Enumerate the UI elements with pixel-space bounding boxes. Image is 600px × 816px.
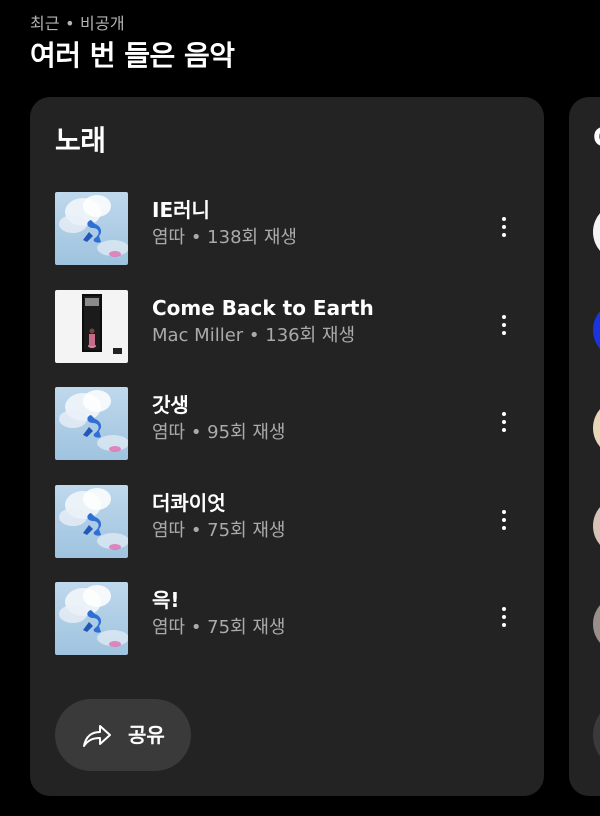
artist-avatar — [593, 497, 600, 555]
artist-avatar — [593, 595, 600, 653]
more-vertical-icon[interactable] — [492, 307, 516, 343]
songs-card-title: 노래 — [55, 124, 106, 157]
song-row[interactable]: 더콰이엇 염따 • 75회 재생 — [30, 482, 544, 580]
song-list: IE러니 염따 • 138회 재생 Come Back to Earth Mac… — [30, 189, 544, 677]
song-text: 윽! 염따 • 75회 재생 — [152, 586, 472, 642]
more-vertical-icon[interactable] — [492, 209, 516, 245]
song-title: 더콰이엇 — [152, 490, 226, 515]
share-label: 공유 — [128, 723, 165, 747]
song-text: 더콰이엇 염따 • 75회 재생 — [152, 489, 472, 545]
song-text: IE러니 염따 • 138회 재생 — [152, 196, 472, 252]
next-card-title-fragment: C — [593, 123, 600, 153]
album-art-blue-figure — [55, 192, 128, 265]
page-header: 최근 • 비공개 여러 번 들은 음악 — [30, 12, 235, 74]
song-meta: 염따 • 138회 재생 — [152, 227, 297, 248]
song-title: IE러니 — [152, 198, 210, 222]
recently-played-page: 최근 • 비공개 여러 번 들은 음악 노래 IE러니 염따 • 138회 재생… — [0, 0, 600, 816]
album-art-dark-doorway — [55, 289, 128, 363]
more-vertical-icon[interactable] — [492, 404, 516, 440]
page-eyebrow: 최근 • 비공개 — [30, 14, 125, 33]
album-art-blue-figure — [55, 484, 128, 558]
share-button[interactable]: 공유 — [55, 699, 191, 771]
song-meta: 염따 • 75회 재생 — [152, 617, 286, 638]
song-row[interactable]: IE러니 염따 • 138회 재생 — [30, 189, 544, 287]
song-title: 윽! — [152, 588, 180, 612]
song-title: Come Back to Earth — [152, 295, 374, 320]
artist-avatar — [593, 399, 600, 457]
songs-card: 노래 IE러니 염따 • 138회 재생 Come Back to Earth … — [30, 97, 544, 796]
song-row[interactable]: 갓생 염따 • 95회 재생 — [30, 384, 544, 482]
song-meta: 염따 • 95회 재생 — [152, 422, 286, 443]
more-vertical-icon[interactable] — [492, 599, 516, 635]
song-text: Come Back to Earth Mac Miller • 136회 재생 — [152, 294, 472, 350]
song-meta: 염따 • 75회 재생 — [152, 519, 286, 541]
next-card-button-fragment — [593, 699, 600, 771]
song-row[interactable]: Come Back to Earth Mac Miller • 136회 재생 — [30, 287, 544, 385]
next-card-peek[interactable]: C — [569, 97, 600, 796]
artist-avatar — [593, 301, 600, 359]
album-art-blue-figure — [55, 582, 128, 655]
album-art-blue-figure — [55, 387, 128, 460]
song-text: 갓생 염따 • 95회 재생 — [152, 391, 472, 447]
artist-avatar — [593, 203, 600, 261]
more-vertical-icon[interactable] — [492, 502, 516, 538]
share-arrow-icon — [83, 725, 111, 747]
song-meta: Mac Miller • 136회 재생 — [152, 324, 356, 346]
song-title: 갓생 — [152, 393, 189, 417]
page-title: 여러 번 들은 음악 — [30, 39, 235, 72]
song-row[interactable]: 윽! 염따 • 75회 재생 — [30, 579, 544, 677]
